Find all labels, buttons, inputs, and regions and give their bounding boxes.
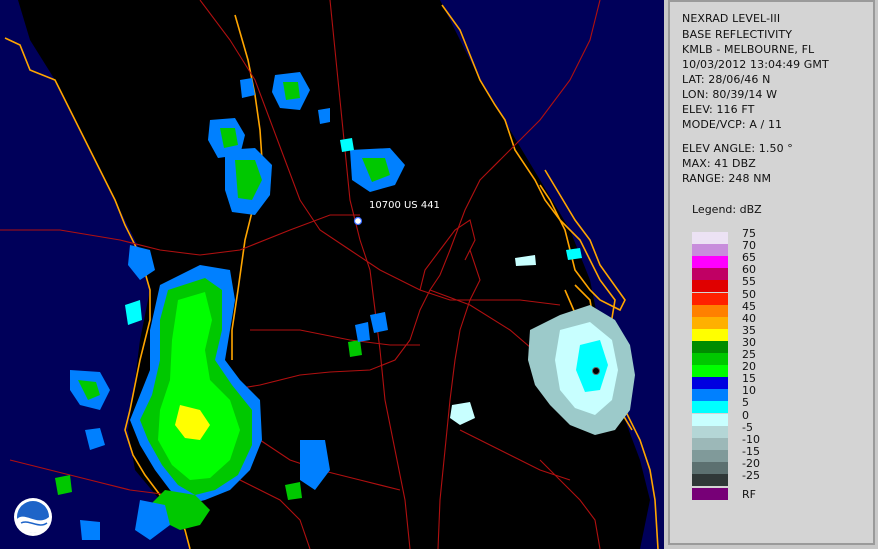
legend-label-70: 70	[742, 239, 756, 253]
max-dbz: MAX: 41 DBZ	[682, 157, 756, 170]
legend-swatch-35	[692, 328, 728, 341]
legend-swatch-10	[692, 389, 728, 402]
legend-label-25: 25	[742, 348, 756, 361]
legend-label-40: 40	[742, 311, 756, 325]
legend-swatch-65	[692, 256, 728, 269]
legend-swatch--25	[692, 474, 728, 486]
scan-datetime: 10/03/2012 13:04:49 GMT	[682, 58, 829, 71]
station-longitude: LON: 80/39/14 W	[682, 88, 778, 101]
legend-swatch-50	[692, 292, 728, 305]
scan-range: RANGE: 248 NM	[682, 172, 772, 185]
legend-label-45: 45	[742, 299, 756, 313]
legend-label-55: 55	[742, 275, 756, 289]
legend-label-50: 50	[742, 287, 756, 301]
legend-swatch-20	[692, 365, 728, 378]
legend-swatch-0	[692, 413, 728, 426]
west-cluster-h	[80, 520, 100, 540]
legend-swatch--5	[692, 425, 728, 438]
radar-map-canvas	[0, 0, 664, 549]
legend-label-5: 5	[742, 396, 749, 410]
radar-map[interactable]: 10700 US 441	[0, 0, 664, 549]
legend-swatch-25	[692, 353, 728, 365]
legend-label-10: 10	[742, 384, 756, 398]
legend-label-20: 20	[742, 360, 756, 374]
info-panel: NEXRAD LEVEL-III BASE REFLECTIVITY KMLB …	[668, 0, 875, 545]
legend-swatch-60	[692, 268, 728, 281]
radar-site-marker	[592, 367, 600, 375]
elevation-angle: ELEV ANGLE: 1.50 °	[682, 142, 793, 155]
legend-label-60: 60	[742, 263, 756, 277]
east-echo-a	[450, 402, 475, 425]
legend-swatch-70	[692, 244, 728, 257]
north-cell-f	[340, 138, 354, 152]
west-cluster-g	[55, 475, 72, 495]
legend-swatch-30	[692, 340, 728, 353]
atlantic-ocean	[440, 0, 664, 549]
road-2	[329, 0, 411, 549]
legend-label-75: 75	[742, 227, 756, 240]
rf-label: RF	[742, 488, 756, 501]
ocean-areas	[0, 0, 664, 549]
legend-label--25: -25	[742, 469, 760, 482]
legend-swatch-5	[692, 401, 728, 414]
road-12	[459, 429, 571, 481]
south-cluster-a	[300, 440, 330, 490]
road-13	[259, 439, 401, 491]
legend-swatch--10	[692, 437, 728, 450]
legend-label-30: 30	[742, 335, 756, 349]
noaa-logo-icon	[14, 498, 52, 536]
legend-label-65: 65	[742, 251, 756, 265]
legend-title: Legend: dBZ	[692, 203, 762, 216]
legend-label-15: 15	[742, 372, 756, 386]
station-elevation: ELEV: 116 FT	[682, 103, 755, 116]
legend-swatch--15	[692, 449, 728, 462]
east-echo-c	[566, 248, 582, 260]
legend-swatch-45	[692, 304, 728, 317]
product-type: BASE REFLECTIVITY	[682, 28, 793, 41]
location-marker-label: 10700 US 441	[369, 200, 440, 211]
center-cell-a	[370, 312, 388, 333]
road-9	[250, 329, 420, 346]
legend-swatch-55	[692, 280, 728, 293]
location-marker	[353, 216, 363, 226]
legend-swatch--20	[692, 461, 728, 474]
center-cell-c	[355, 322, 370, 342]
north-cell-g	[318, 108, 330, 124]
rf-swatch	[692, 488, 728, 500]
product-name: NEXRAD LEVEL-III	[682, 12, 781, 25]
legend-label--15: -15	[742, 444, 760, 458]
station-latitude: LAT: 28/06/46 N	[682, 73, 771, 86]
legend-label-35: 35	[742, 323, 756, 337]
legend-label--10: -10	[742, 432, 760, 446]
legend-swatch-75	[692, 232, 728, 244]
south-cluster-b	[285, 482, 302, 500]
legend-label--5: -5	[742, 420, 753, 434]
legend-swatch-40	[692, 316, 728, 329]
legend-label--20: -20	[742, 456, 760, 470]
legend-label-0: 0	[742, 408, 749, 422]
station-name: KMLB - MELBOURNE, FL	[682, 43, 815, 56]
mode-vcp: MODE/VCP: A / 11	[682, 118, 783, 131]
east-echo-b	[515, 255, 536, 266]
legend-swatch-15	[692, 377, 728, 390]
center-cell-b	[348, 340, 362, 357]
